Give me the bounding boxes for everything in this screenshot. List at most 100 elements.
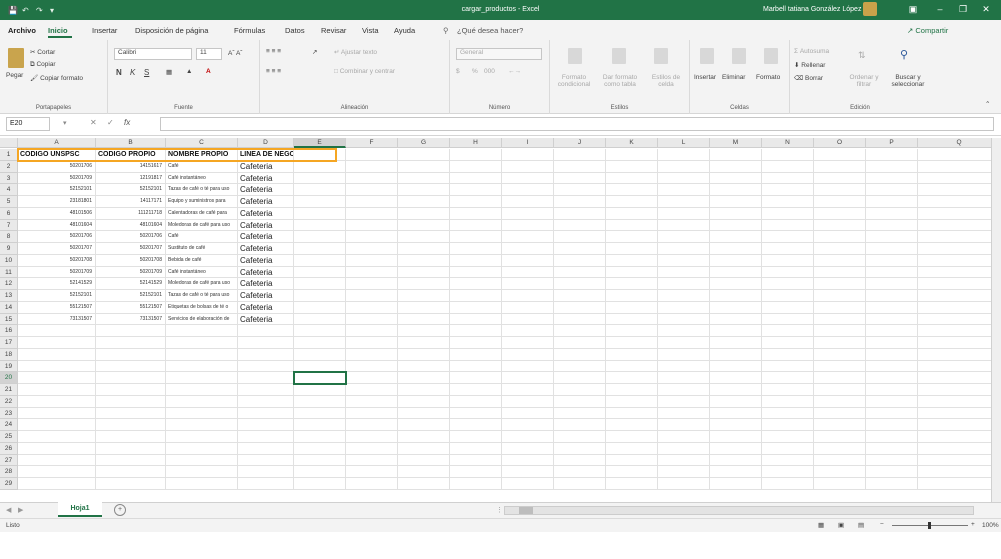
empty-cell[interactable] <box>814 313 866 326</box>
avatar[interactable] <box>863 2 877 16</box>
conditional-format-button[interactable]: Formato condicional <box>554 74 594 88</box>
row-header-28[interactable]: 28 <box>0 466 18 478</box>
empty-cell[interactable] <box>606 419 658 431</box>
empty-cell[interactable] <box>814 219 866 232</box>
column-header-j[interactable]: J <box>554 138 606 148</box>
empty-cell[interactable] <box>294 313 346 326</box>
empty-cell[interactable] <box>814 360 866 373</box>
empty-cell[interactable] <box>658 219 710 232</box>
empty-cell[interactable] <box>502 384 554 396</box>
empty-cell[interactable] <box>606 384 658 396</box>
row-header-25[interactable]: 25 <box>0 431 18 443</box>
empty-cell[interactable] <box>866 207 918 220</box>
empty-cell[interactable] <box>918 454 1001 467</box>
empty-cell[interactable] <box>96 478 166 490</box>
empty-cell[interactable] <box>606 231 658 243</box>
empty-cell[interactable] <box>762 325 814 337</box>
empty-cell[interactable] <box>918 207 1001 220</box>
empty-cell[interactable] <box>238 325 294 337</box>
row-header-5[interactable]: 5 <box>0 196 18 208</box>
row-header-8[interactable]: 8 <box>0 231 18 243</box>
empty-cell[interactable] <box>918 290 1001 302</box>
row-header-27[interactable]: 27 <box>0 454 18 467</box>
empty-cell[interactable] <box>238 407 294 420</box>
empty-cell[interactable] <box>814 301 866 314</box>
empty-cell[interactable] <box>866 231 918 243</box>
tab-datos[interactable]: Datos <box>285 26 305 35</box>
data-cell[interactable]: Cafeteria <box>238 231 294 243</box>
format-painter-button[interactable]: 🖌 Copiar formato <box>30 74 83 82</box>
row-header-22[interactable]: 22 <box>0 395 18 408</box>
empty-cell[interactable] <box>398 407 450 420</box>
empty-cell[interactable] <box>658 243 710 255</box>
merge-center-button[interactable]: □ Combinar y centrar <box>334 68 395 75</box>
empty-cell[interactable] <box>762 384 814 396</box>
empty-cell[interactable] <box>710 348 762 361</box>
empty-cell[interactable] <box>398 196 450 208</box>
empty-cell[interactable] <box>658 325 710 337</box>
empty-cell[interactable] <box>554 478 606 490</box>
empty-cell[interactable] <box>918 219 1001 232</box>
tab-revisar[interactable]: Revisar <box>321 26 346 35</box>
empty-cell[interactable] <box>866 196 918 208</box>
empty-cell[interactable] <box>710 278 762 290</box>
empty-cell[interactable] <box>554 172 606 185</box>
empty-cell[interactable] <box>814 478 866 490</box>
empty-cell[interactable] <box>502 254 554 267</box>
data-cell[interactable]: 48101506 <box>18 207 96 220</box>
empty-cell[interactable] <box>606 442 658 455</box>
empty-cell[interactable] <box>398 325 450 337</box>
data-cell[interactable]: Café <box>166 160 238 173</box>
empty-cell[interactable] <box>814 442 866 455</box>
empty-cell[interactable] <box>18 442 96 455</box>
row-header-19[interactable]: 19 <box>0 360 18 373</box>
row-header-17[interactable]: 17 <box>0 337 18 349</box>
format-table-icon[interactable] <box>612 48 626 64</box>
empty-cell[interactable] <box>814 196 866 208</box>
format-cells-icon[interactable] <box>764 48 778 64</box>
empty-cell[interactable] <box>96 419 166 431</box>
empty-cell[interactable] <box>658 149 710 161</box>
zoom-slider[interactable] <box>892 522 968 529</box>
empty-cell[interactable] <box>502 231 554 243</box>
horizontal-scrollbar[interactable] <box>504 506 974 515</box>
conditional-format-icon[interactable] <box>568 48 582 64</box>
select-all-corner[interactable] <box>0 138 18 148</box>
tab-inicio[interactable]: Inicio <box>48 26 68 35</box>
empty-cell[interactable] <box>294 348 346 361</box>
empty-cell[interactable] <box>96 442 166 455</box>
empty-cell[interactable] <box>918 407 1001 420</box>
empty-cell[interactable] <box>658 278 710 290</box>
empty-cell[interactable] <box>814 454 866 467</box>
empty-cell[interactable] <box>866 325 918 337</box>
empty-cell[interactable] <box>814 466 866 478</box>
empty-cell[interactable] <box>166 407 238 420</box>
empty-cell[interactable] <box>866 313 918 326</box>
empty-cell[interactable] <box>606 172 658 185</box>
empty-cell[interactable] <box>346 172 398 185</box>
empty-cell[interactable] <box>866 360 918 373</box>
empty-cell[interactable] <box>18 419 96 431</box>
orientation-icon[interactable]: ↗ <box>312 48 317 56</box>
empty-cell[interactable] <box>294 442 346 455</box>
minimize-icon[interactable]: – <box>932 4 948 14</box>
data-cell[interactable]: Calentadoras de café para <box>166 207 238 220</box>
empty-cell[interactable] <box>294 243 346 255</box>
search-icon[interactable]: ⚲ <box>900 48 908 61</box>
data-cell[interactable]: 52152101 <box>18 184 96 196</box>
ribbon-display-icon[interactable]: ▣ <box>905 4 921 15</box>
empty-cell[interactable] <box>450 337 502 349</box>
collapse-ribbon-icon[interactable]: ⌃ <box>985 100 990 108</box>
empty-cell[interactable] <box>658 395 710 408</box>
empty-cell[interactable] <box>450 431 502 443</box>
empty-cell[interactable] <box>866 348 918 361</box>
empty-cell[interactable] <box>866 290 918 302</box>
empty-cell[interactable] <box>450 172 502 185</box>
row-header-29[interactable]: 29 <box>0 478 18 490</box>
empty-cell[interactable] <box>866 466 918 478</box>
empty-cell[interactable] <box>398 384 450 396</box>
align-top-icon[interactable]: ≡ ≡ ≡ <box>266 48 281 55</box>
empty-cell[interactable] <box>762 207 814 220</box>
empty-cell[interactable] <box>554 149 606 161</box>
tab-disposicion[interactable]: Disposición de página <box>135 26 208 35</box>
